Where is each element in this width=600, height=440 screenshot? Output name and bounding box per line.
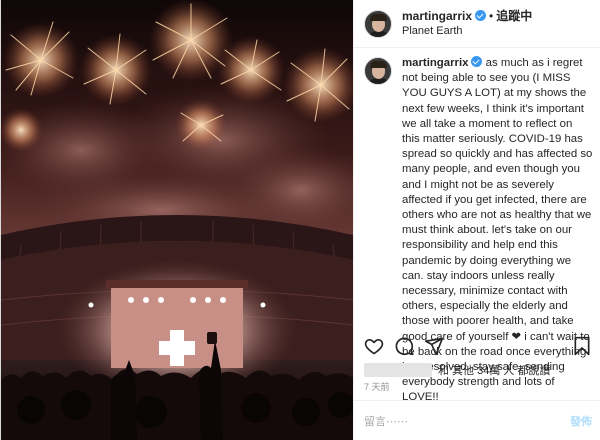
comment-input[interactable]: 留言⋯⋯ xyxy=(364,413,570,429)
likes-text: 和 其他 34萬 人 都說讚 xyxy=(438,365,551,377)
separator: • xyxy=(489,9,494,23)
share-icon[interactable] xyxy=(424,336,444,356)
likes-summary[interactable]: 和 其他 34萬 人 都說讚 xyxy=(364,362,550,378)
post-photo[interactable] xyxy=(1,0,353,440)
location-link[interactable]: Planet Earth xyxy=(402,24,532,39)
bookmark-icon[interactable] xyxy=(572,336,592,356)
instagram-post: martingarrix • 追蹤中 Planet Earth martingarr… xyxy=(0,0,600,440)
verified-icon xyxy=(471,56,483,67)
comment-icon[interactable] xyxy=(394,336,414,356)
verified-icon xyxy=(475,10,487,21)
post-timestamp: 7 天前 xyxy=(364,382,390,392)
concert-fireworks-image xyxy=(1,0,353,440)
following-button[interactable]: 追蹤中 xyxy=(496,9,532,23)
post-sidebar: martingarrix • 追蹤中 Planet Earth martingarr… xyxy=(353,0,600,440)
action-bar xyxy=(354,332,600,360)
heart-icon[interactable] xyxy=(364,336,384,356)
caption-username[interactable]: martingarrix xyxy=(402,57,468,69)
caption-avatar[interactable] xyxy=(364,57,392,85)
username-link[interactable]: martingarrix xyxy=(402,9,472,23)
comment-box: 留言⋯⋯ 發佈 xyxy=(354,400,600,440)
liked-by-redacted xyxy=(364,363,432,377)
post-header: martingarrix • 追蹤中 Planet Earth xyxy=(354,0,600,48)
post-comment-button[interactable]: 發佈 xyxy=(570,413,592,429)
header-info: martingarrix • 追蹤中 Planet Earth xyxy=(402,8,532,39)
avatar[interactable] xyxy=(364,9,392,38)
